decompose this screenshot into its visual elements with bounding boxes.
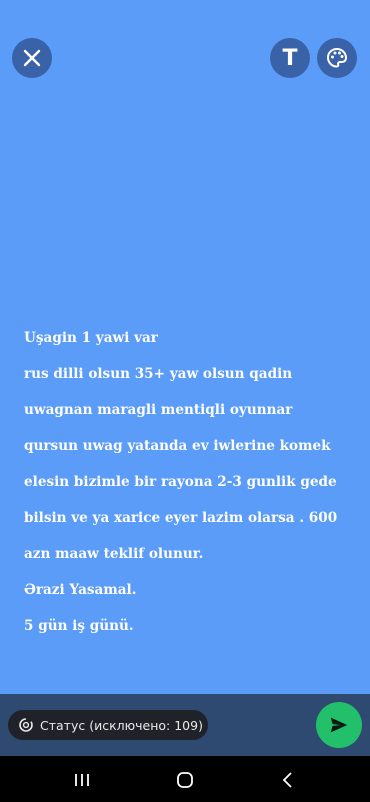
color-palette-button[interactable]: [317, 38, 357, 78]
status-line: qursun uwag yatanda ev iwlerine komek: [24, 438, 331, 454]
close-icon: [23, 49, 41, 67]
system-navigation-bar: [0, 756, 370, 802]
status-text[interactable]: Uşagin 1 yawi var rus dilli olsun 35+ ya…: [24, 311, 354, 653]
privacy-chip-label: Статус (исключено: 109): [40, 717, 203, 733]
status-line: Ərazi Yasamal.: [24, 582, 137, 598]
status-line: Uşagin 1 yawi var: [24, 330, 158, 346]
back-icon: [282, 772, 292, 788]
privacy-icon: [19, 718, 33, 732]
privacy-settings-chip[interactable]: Статус (исключено: 109): [8, 710, 208, 740]
home-button[interactable]: [173, 768, 197, 792]
back-button[interactable]: [276, 768, 300, 792]
status-line: azn maaw teklif olunur.: [24, 546, 204, 562]
send-button[interactable]: [316, 702, 362, 748]
send-icon: [330, 717, 348, 733]
status-line: 5 gün iş günü.: [24, 618, 134, 634]
palette-icon: [326, 47, 348, 68]
status-line: bilsin ve ya xarice eyer lazim olarsa . …: [24, 510, 338, 526]
home-icon: [177, 772, 193, 788]
close-button[interactable]: [12, 38, 52, 78]
recents-button[interactable]: [70, 768, 94, 792]
text-icon: T: [282, 45, 298, 71]
status-line: rus dilli olsun 35+ yaw olsun qadin: [24, 366, 293, 382]
status-line: elesin bizimle bir rayona 2-3 gunlik ged…: [24, 474, 337, 490]
text-style-button[interactable]: T: [270, 38, 310, 78]
status-line: uwagnan maragli mentiqli oyunnar: [24, 402, 293, 418]
recents-icon: [75, 774, 89, 786]
